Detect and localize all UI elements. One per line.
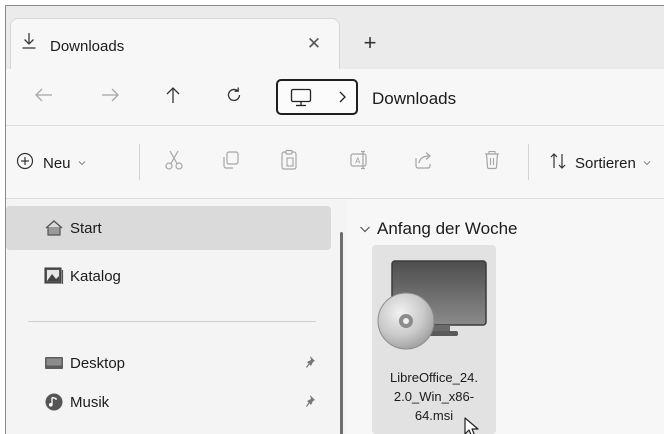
share-icon [413, 150, 435, 175]
divider [28, 321, 316, 322]
close-tab-button[interactable]: ✕ [303, 33, 325, 55]
computer-icon [290, 88, 312, 113]
refresh-icon [225, 86, 243, 109]
sort-icon [549, 152, 567, 175]
paste-icon [279, 149, 299, 176]
group-header[interactable]: Anfang der Woche [359, 219, 518, 239]
refresh-button[interactable] [220, 83, 248, 111]
msi-installer-icon [376, 259, 492, 368]
sidebar-item-start[interactable]: Start [6, 206, 331, 250]
cut-button[interactable] [162, 150, 186, 174]
arrow-left-icon [34, 87, 54, 108]
mouse-pointer-icon [464, 417, 482, 434]
cut-icon [164, 149, 184, 176]
share-button[interactable] [412, 150, 436, 174]
divider [139, 144, 140, 180]
delete-icon [483, 150, 501, 175]
command-bar: Neu A Sortieren [6, 126, 664, 198]
up-button[interactable] [159, 83, 187, 111]
sort-button[interactable]: Sortieren [549, 150, 652, 176]
sort-button-label: Sortieren [575, 154, 636, 172]
copy-button[interactable] [219, 150, 243, 174]
paste-button[interactable] [277, 149, 301, 176]
sidebar-item-label: Katalog [70, 267, 121, 285]
chevron-right-icon[interactable] [337, 90, 347, 109]
desktop-icon [44, 353, 64, 373]
navigation-bar: Downloads [6, 69, 664, 125]
gallery-icon [44, 266, 64, 286]
forward-button[interactable] [96, 83, 124, 111]
sidebar-item-desktop[interactable]: Desktop [6, 341, 331, 385]
chevron-down-icon [77, 154, 87, 172]
music-icon [44, 392, 64, 412]
delete-button[interactable] [480, 150, 504, 174]
divider [528, 144, 529, 180]
tab-title: Downloads [50, 38, 125, 55]
address-root-button[interactable] [276, 79, 358, 115]
file-explorer-window: Downloads ✕ + Downloads Neu A Sortieren … [5, 5, 664, 434]
sidebar-item-label: Desktop [70, 354, 126, 372]
copy-icon [221, 150, 241, 175]
arrow-right-icon [100, 87, 120, 108]
pin-icon[interactable] [306, 394, 318, 412]
address-segment-downloads[interactable]: Downloads [372, 89, 456, 109]
rename-icon: A [349, 150, 371, 175]
plus-circle-icon [16, 152, 34, 175]
sidebar-item-label: Musik [70, 393, 110, 411]
home-icon [44, 218, 64, 238]
download-icon [21, 32, 37, 50]
chevron-down-icon [359, 219, 371, 239]
back-button[interactable] [30, 83, 58, 111]
group-header-label: Anfang der Woche [377, 219, 518, 238]
navigation-pane: Start Katalog Desktop Musik [6, 199, 346, 434]
pin-icon[interactable] [306, 355, 318, 373]
tab-strip: Downloads ✕ + [6, 6, 664, 69]
sidebar-item-musik[interactable]: Musik [6, 380, 331, 424]
new-button[interactable]: Neu [16, 150, 87, 176]
new-tab-button[interactable]: + [358, 31, 382, 55]
sidebar-scrollbar[interactable] [340, 232, 343, 434]
chevron-down-icon [642, 154, 652, 172]
file-item[interactable]: LibreOffice_24. 2.0_Win_x86- 64.msi [372, 245, 496, 434]
svg-text:A: A [355, 156, 361, 165]
sidebar-item-katalog[interactable]: Katalog [6, 254, 331, 298]
file-list: Anfang der Woche LibreOffice_24. 2.0_Win… [346, 199, 664, 434]
rename-button[interactable]: A [348, 150, 372, 174]
arrow-up-icon [165, 85, 181, 110]
sidebar-item-label: Start [70, 219, 102, 237]
new-button-label: Neu [43, 154, 71, 172]
tab-downloads[interactable]: Downloads ✕ [10, 18, 340, 69]
